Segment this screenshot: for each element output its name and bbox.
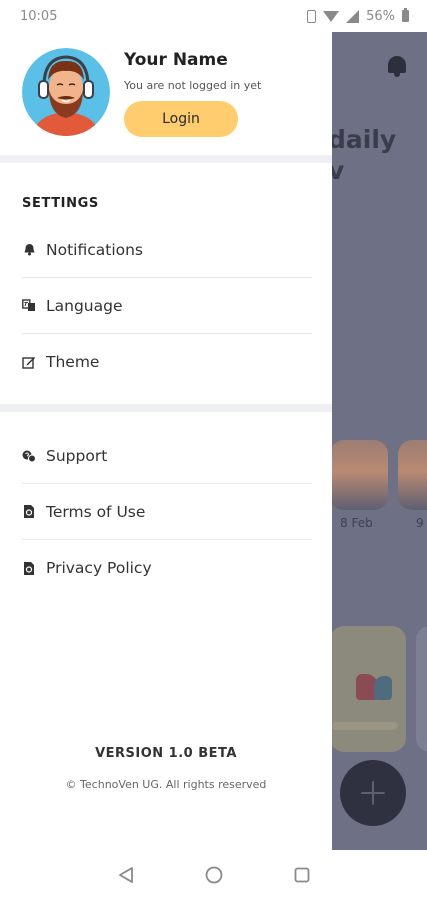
login-button[interactable]: Login: [124, 101, 238, 137]
background-tile: [416, 626, 427, 752]
plus-icon: [361, 781, 385, 805]
background-image-card: [332, 440, 388, 510]
status-icons: 56%: [307, 8, 409, 24]
back-icon[interactable]: [115, 864, 137, 886]
menu-item-label: Language: [46, 296, 123, 315]
tile-label-placeholder: [332, 722, 398, 730]
edit-theme-icon: [22, 355, 36, 369]
avatar-illustration: [22, 48, 110, 136]
bell-icon: [22, 243, 36, 257]
background-image-card: [398, 440, 427, 510]
menu-item-privacy-policy[interactable]: Privacy Policy: [22, 540, 312, 596]
section-divider: [0, 404, 332, 412]
wifi-icon: [323, 10, 340, 22]
copyright-text: © TechnoVen UG. All rights reserved: [65, 778, 267, 791]
status-bar: 10:05 56%: [0, 0, 427, 32]
section-divider: [0, 155, 332, 163]
battery-icon: [402, 8, 409, 22]
add-button: [340, 760, 406, 826]
document-icon: [22, 505, 36, 519]
menu-item-theme[interactable]: Theme: [22, 334, 312, 390]
system-navigation-bar: [0, 850, 427, 900]
background-app-overlay[interactable]: daily v 8 Feb 9: [332, 32, 427, 850]
menu-item-label: Support: [46, 446, 108, 465]
settings-section-title: SETTINGS: [22, 196, 99, 211]
signal-icon: [346, 9, 360, 23]
tile-illustration: [350, 666, 396, 700]
menu-item-label: Theme: [46, 353, 100, 371]
navigation-drawer: Your Name You are not logged in yet Logi…: [0, 32, 332, 850]
background-date: 9: [416, 516, 424, 530]
bell-icon: [386, 54, 408, 78]
translate-icon: [22, 299, 36, 313]
home-icon[interactable]: [203, 864, 225, 886]
menu-item-label: Terms of Use: [46, 502, 146, 521]
app-version: VERSION 1.0 BETA: [95, 746, 237, 761]
battery-percent: 56%: [366, 8, 395, 24]
menu-item-support[interactable]: Support: [22, 428, 312, 484]
document-icon: [22, 561, 36, 575]
menu-item-language[interactable]: Language: [22, 278, 312, 334]
support-icon: [22, 449, 36, 463]
background-title-line: v: [332, 156, 345, 185]
menu-item-terms-of-use[interactable]: Terms of Use: [22, 484, 312, 540]
status-time: 10:05: [20, 8, 58, 24]
background-title: daily v: [332, 124, 396, 186]
vibrate-icon: [307, 9, 317, 23]
avatar: [22, 48, 110, 136]
background-tile: [332, 626, 406, 752]
background-title-line: daily: [332, 125, 397, 154]
profile-name: Your Name: [124, 50, 228, 70]
menu-item-label: Privacy Policy: [46, 559, 152, 577]
login-status-text: You are not logged in yet: [124, 79, 262, 92]
profile-header: Your Name You are not logged in yet Logi…: [22, 48, 322, 138]
menu-item-label: Notifications: [46, 240, 144, 259]
background-date: 8 Feb: [340, 516, 373, 530]
menu-item-notifications[interactable]: Notifications: [22, 222, 312, 278]
recents-icon[interactable]: [291, 864, 313, 886]
